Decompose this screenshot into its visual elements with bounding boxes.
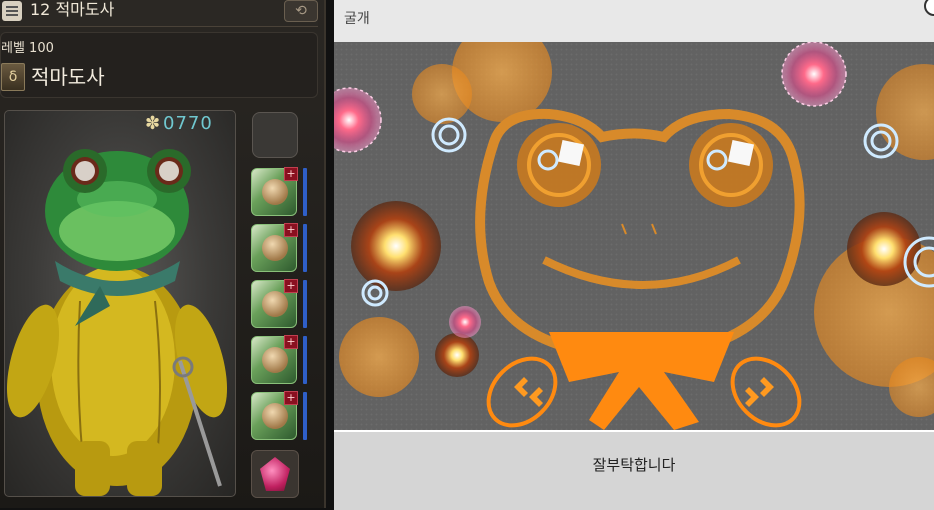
character-panel: 12 적마도사 ⟲ 레벨 100 δ 적마도사 ✽ 0770 + + + + + [0,0,326,508]
game-playfield[interactable] [334,42,934,430]
close-button[interactable] [924,0,934,16]
pink-orb [449,306,481,338]
melded-badge-icon: + [284,167,298,181]
gear-item-icon [262,347,288,373]
gear-slot-2[interactable]: + [251,223,298,272]
pink-orb [334,88,381,152]
gearset-title: 12 적마도사 [30,0,115,19]
crystal-icon [260,457,290,491]
level-label: 레벨 100 [1,41,54,56]
gear-slot-1[interactable]: + [251,167,298,216]
gear-slot-5[interactable]: + [251,391,298,440]
melded-badge-icon: + [284,391,298,405]
minigame-window: 굴개 잘부탁합니다 [334,0,934,510]
soul-crystal-slot[interactable] [252,112,298,158]
melded-badge-icon: + [284,335,298,349]
window-title-bar: 굴개 [334,0,934,42]
durability-bar [303,336,307,384]
durability-bar [303,224,307,272]
character-portrait[interactable]: ✽ 0770 [4,110,236,497]
melded-badge-icon: + [284,223,298,237]
durability-bar [303,168,307,216]
status-message: 잘부탁합니다 [592,456,676,474]
orb [339,317,419,397]
gear-item-icon [262,291,288,317]
red-mage-job-icon: δ [1,63,25,91]
durability-bar [303,280,307,328]
gearset-header: 12 적마도사 ⟲ [0,0,318,27]
gear-item-icon [262,403,288,429]
star-icon: ✽ [145,113,161,134]
document-icon[interactable] [2,1,22,21]
job-name: 적마도사 [31,65,105,89]
glow-orb [351,201,441,291]
refresh-button[interactable]: ⟲ [284,0,318,22]
window-title: 굴개 [344,11,370,27]
message-footer: 잘부탁합니다 [334,430,934,510]
melded-badge-icon: + [284,279,298,293]
item-level: 0770 [163,113,213,134]
crystal-slot[interactable] [251,450,299,498]
job-level-box: 레벨 100 δ 적마도사 [0,32,318,98]
gear-slot-3[interactable]: + [251,279,298,328]
playfield-graphics [334,42,934,430]
durability-bar [303,392,307,440]
orb [412,64,472,124]
gear-slot-4[interactable]: + [251,335,298,384]
frog-character-model [6,149,228,496]
gear-item-icon [262,179,288,205]
glow-orb [435,333,479,377]
bow-tie [549,332,734,430]
orb [876,64,934,160]
gear-item-icon [262,235,288,261]
frog-mouth [542,256,741,289]
